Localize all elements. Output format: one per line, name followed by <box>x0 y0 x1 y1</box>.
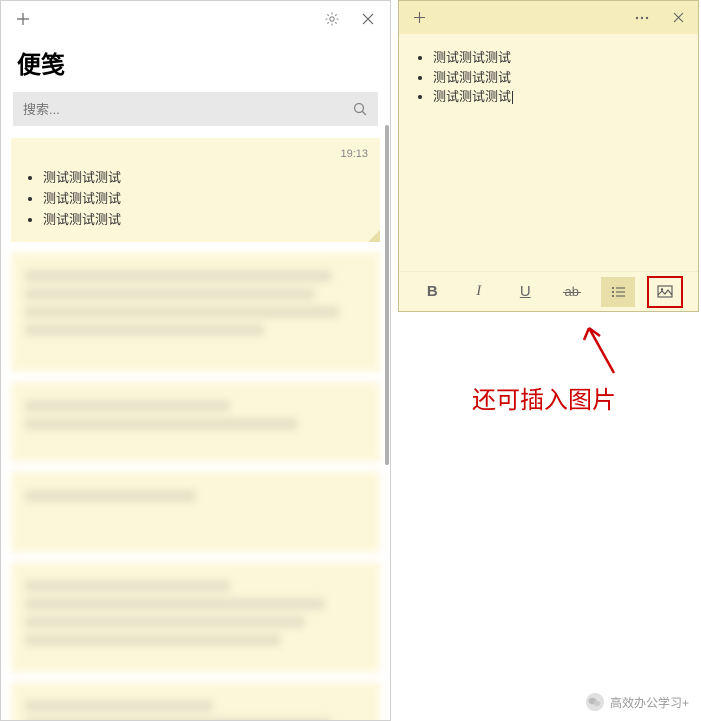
note-bullet: 测试测试测试 <box>433 68 680 88</box>
close-button[interactable] <box>660 0 696 36</box>
note-card[interactable] <box>11 252 380 372</box>
note-content-area[interactable]: 测试测试测试 测试测试测试 测试测试测试 <box>399 34 698 271</box>
bullet-list-button[interactable] <box>601 277 635 307</box>
close-button[interactable] <box>350 1 386 37</box>
wechat-icon <box>586 693 604 711</box>
note-preview-bullets: 测试测试测试 测试测试测试 测试测试测试 <box>25 168 366 230</box>
note-card[interactable] <box>11 472 380 552</box>
notes-list[interactable]: 19:13 测试测试测试 测试测试测试 测试测试测试 <box>1 138 390 720</box>
note-bullets: 测试测试测试 测试测试测试 测试测试测试 <box>417 48 680 107</box>
settings-button[interactable] <box>314 1 350 37</box>
main-titlebar <box>1 1 390 37</box>
format-toolbar: B I U ab <box>399 271 698 311</box>
image-icon <box>657 285 673 298</box>
note-fold-corner <box>368 230 380 242</box>
italic-button[interactable]: I <box>462 277 496 307</box>
watermark-text: 高效办公学习+ <box>610 694 689 711</box>
note-bullet: 测试测试测试 <box>43 168 366 189</box>
note-bullet: 测试测试测试 <box>433 87 680 107</box>
note-card[interactable] <box>11 562 380 672</box>
scrollbar[interactable] <box>384 125 390 465</box>
annotation-arrow <box>574 318 624 378</box>
search-bar[interactable] <box>13 92 378 126</box>
sticky-notes-main-window: 便笺 19:13 测试测试测试 测试测试测试 测试测试测试 <box>0 0 391 721</box>
note-bullet: 测试测试测试 <box>43 189 366 210</box>
ellipsis-icon <box>635 16 649 20</box>
menu-button[interactable] <box>624 0 660 36</box>
search-input[interactable] <box>23 102 353 117</box>
note-bullet: 测试测试测试 <box>433 48 680 68</box>
search-icon <box>353 102 368 117</box>
insert-image-button[interactable] <box>648 277 682 307</box>
note-timestamp: 19:13 <box>340 148 368 160</box>
close-icon <box>362 13 374 25</box>
plus-icon <box>16 12 30 26</box>
annotation-text: 还可插入图片 <box>472 380 616 415</box>
note-titlebar <box>399 1 698 34</box>
note-bullet: 测试测试测试 <box>43 210 366 231</box>
close-icon <box>673 12 684 23</box>
note-card[interactable] <box>11 682 380 720</box>
note-card[interactable]: 19:13 测试测试测试 测试测试测试 测试测试测试 <box>11 138 380 242</box>
strikethrough-button[interactable]: ab <box>555 277 589 307</box>
page-title: 便笺 <box>1 37 390 92</box>
new-note-button[interactable] <box>5 1 41 37</box>
gear-icon <box>324 11 340 27</box>
new-note-button[interactable] <box>401 0 437 36</box>
note-card[interactable] <box>11 382 380 462</box>
bold-button[interactable]: B <box>415 277 449 307</box>
list-icon <box>611 286 626 298</box>
watermark: 高效办公学习+ <box>586 693 689 711</box>
underline-button[interactable]: U <box>508 277 542 307</box>
sticky-note-editor-window: 测试测试测试 测试测试测试 测试测试测试 B I U ab <box>398 0 699 312</box>
plus-icon <box>413 11 426 24</box>
scrollbar-thumb[interactable] <box>385 125 389 465</box>
